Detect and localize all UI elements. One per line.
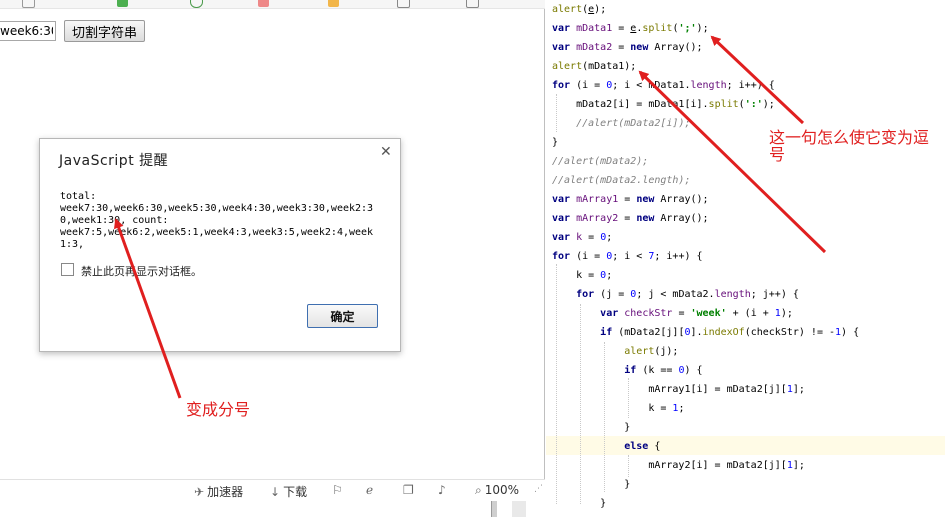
- speaker-icon: ♪: [438, 483, 446, 497]
- bookmark-icon: [397, 0, 410, 8]
- checkbox-label: 禁止此页再显示对话框。: [81, 265, 202, 278]
- page-icon: [22, 0, 35, 8]
- suppress-dialogs-checkbox[interactable]: [61, 263, 74, 276]
- code-line: mData2[i] = mData1[i].split(':');: [552, 99, 775, 110]
- window-icon: ❐: [403, 483, 414, 497]
- ie-icon: ℯ: [366, 483, 374, 497]
- string-input[interactable]: [0, 21, 56, 41]
- magnifier-icon: ⌕: [475, 483, 482, 497]
- browser-engine-button[interactable]: ℯ: [366, 483, 376, 497]
- bookmark-item[interactable]: [328, 0, 342, 7]
- code-line: var mData1 = e.split(';');: [552, 23, 709, 34]
- code-line: }: [552, 422, 631, 433]
- code-line: k = 1;: [552, 403, 685, 414]
- code-line: if (k == 0) {: [624, 365, 703, 376]
- code-line: //alert(mData2);: [552, 156, 649, 167]
- code-line: for (j = 0; j < mData2.length; j++) {: [576, 289, 799, 300]
- zoom-button[interactable]: ⌕ 100%: [475, 483, 519, 498]
- javascript-alert-dialog: JavaScript 提醒 ✕ total: week7:30,week6:30…: [39, 138, 401, 352]
- flag-button[interactable]: ⚐: [332, 483, 346, 497]
- code-line: //alert(mData2[i]);: [576, 118, 691, 129]
- download-icon: ↓: [270, 485, 281, 499]
- flag-icon: ⚐: [332, 483, 343, 497]
- bookmark-item[interactable]: [22, 0, 38, 8]
- code-line: var mArray1 = new Array();: [552, 194, 709, 205]
- browser-window: 切割字符串 JavaScript 提醒 ✕ total: week7:30,we…: [0, 0, 545, 517]
- close-icon[interactable]: ✕: [380, 144, 392, 160]
- code-line: var mArray2 = new Array();: [552, 213, 709, 224]
- window-button[interactable]: ❐: [403, 483, 417, 497]
- code-line: alert(mData1);: [552, 61, 637, 72]
- dialog-message: total: week7:30,week6:30,week5:30,week4:…: [60, 191, 374, 250]
- sound-button[interactable]: ♪: [438, 483, 449, 497]
- code-line: for (i = 0; i < 7; i++) {: [552, 251, 703, 262]
- code-line: if (mData2[j][0].indexOf(checkStr) != -1…: [600, 327, 860, 338]
- accelerator-button[interactable]: ✈ 加速器: [194, 483, 243, 500]
- bookmark-icon: [466, 0, 479, 8]
- bookmark-item[interactable]: [466, 0, 482, 8]
- code-line: alert(e);: [552, 4, 607, 15]
- folder-icon: [328, 0, 339, 7]
- zoom-label: 100%: [484, 483, 520, 497]
- code-line: var mData2 = new Array();: [552, 42, 703, 53]
- code-line: var checkStr = 'week' + (i + 1);: [600, 308, 793, 319]
- download-button[interactable]: ↓ 下载: [270, 483, 307, 500]
- desktop-area: [0, 501, 545, 517]
- code-line: //alert(mData2.length);: [552, 175, 691, 186]
- code-line: alert(j);: [624, 346, 679, 357]
- code-line: mArray1[i] = mData2[j][1];: [552, 384, 805, 395]
- app-icon: [117, 0, 128, 7]
- folder-icon: [258, 0, 269, 7]
- code-editor[interactable]: alert(e); var mData1 = e.split(';'); var…: [546, 0, 945, 517]
- resize-grip-icon[interactable]: ⋰: [534, 485, 543, 497]
- ok-button[interactable]: 确定: [307, 304, 378, 328]
- annotation-semicolon: 变成分号: [186, 400, 251, 419]
- dialog-title: JavaScript 提醒: [59, 153, 169, 169]
- code-line: }: [552, 137, 559, 148]
- code-line: }: [552, 479, 631, 490]
- bookmark-item[interactable]: [190, 0, 206, 8]
- annotation-question-line2: 号: [769, 145, 786, 164]
- globe-icon: [190, 0, 203, 8]
- code-line: for (i = 0; i < mData1.length; i++) {: [552, 80, 775, 91]
- code-line: }: [552, 498, 607, 509]
- bookmark-item[interactable]: [117, 0, 131, 7]
- annotation-question-line1: 这一句怎么使它变为逗: [769, 128, 930, 147]
- code-line: k = 0;: [552, 270, 613, 281]
- bookmark-item[interactable]: [258, 0, 272, 7]
- background-window: [512, 501, 526, 517]
- code-line: else {: [624, 441, 661, 452]
- accelerator-label: 加速器: [207, 485, 244, 499]
- split-string-button[interactable]: 切割字符串: [64, 20, 145, 42]
- code-line: mArray2[i] = mData2[j][1];: [552, 460, 805, 471]
- rocket-icon: ✈: [194, 485, 205, 499]
- background-window: [491, 501, 497, 517]
- code-line: var k = 0;: [552, 232, 613, 243]
- bookmarks-bar: [0, 0, 545, 9]
- download-label: 下载: [283, 485, 308, 499]
- status-bar: ✈ 加速器 ↓ 下载 ⚐ ℯ ❐ ♪ ⌕ 100% ⋰: [0, 479, 545, 501]
- bookmark-item[interactable]: [397, 0, 413, 8]
